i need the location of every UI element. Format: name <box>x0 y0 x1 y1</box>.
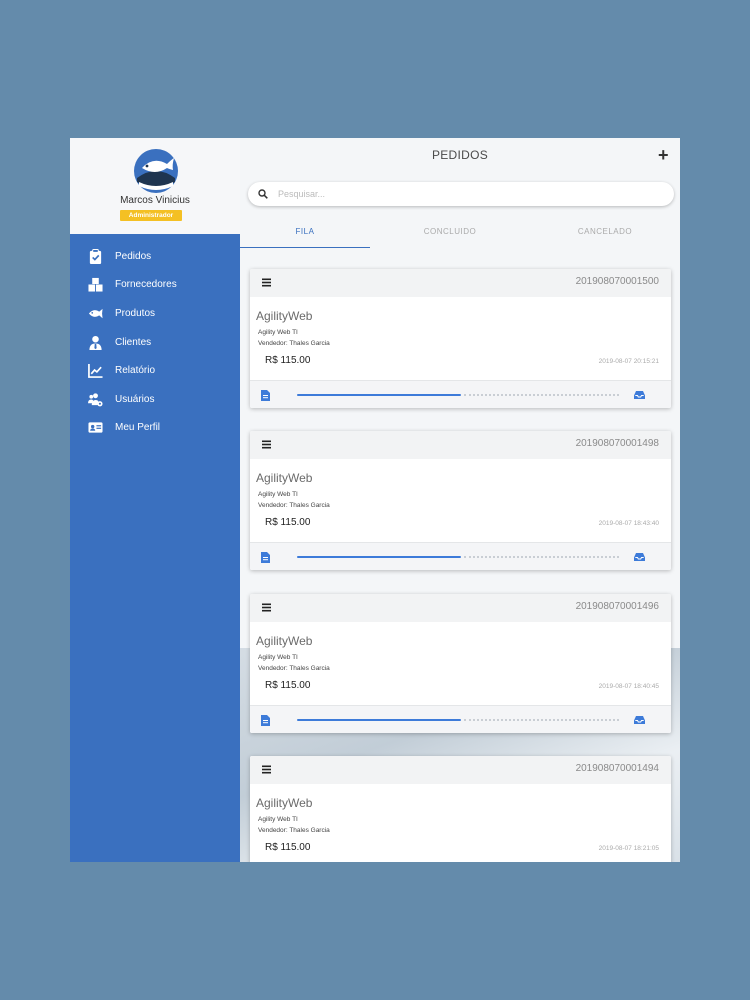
clipboard-check-icon <box>89 248 102 264</box>
sidebar-item-label: Meu Perfil <box>115 422 161 434</box>
order-date: 2019-08-07 18:43:40 <box>598 520 659 527</box>
order-seller: Vendedor: Thales Garcia <box>258 827 330 834</box>
sidebar-item-label: Clientes <box>115 336 152 348</box>
search-bar <box>248 182 674 206</box>
tab-fila[interactable]: FILA <box>240 222 370 248</box>
sidebar-item-label: Relatório <box>115 365 156 377</box>
order-date: 2019-08-07 18:21:05 <box>598 845 659 852</box>
order-card-header: 201908070001500 <box>250 269 671 297</box>
menu-icon[interactable] <box>262 765 271 774</box>
order-progress-remaining <box>464 719 619 721</box>
order-brand: AgilityWeb <box>256 796 313 810</box>
search-icon <box>258 189 268 199</box>
sidebar-item-label: Produtos <box>115 307 156 319</box>
sidebar-item-pedidos[interactable]: Pedidos <box>70 242 240 271</box>
order-seller: Vendedor: Thales Garcia <box>258 340 330 347</box>
page-title: PEDIDOS <box>431 148 489 162</box>
order-seller: Vendedor: Thales Garcia <box>258 502 330 509</box>
inbox-icon[interactable] <box>634 390 645 400</box>
order-progress-bar <box>297 719 619 721</box>
sidebar: Marcos Vinicius Administrador Pedidos Fo… <box>70 138 240 862</box>
document-icon[interactable] <box>261 552 270 563</box>
tab-concluido[interactable]: CONCLUIDO <box>370 222 530 248</box>
main-content: PEDIDOS + FILA CONCLUIDO CANCELADO 20190… <box>240 138 680 862</box>
order-progress-bar <box>297 394 619 396</box>
fish-icon <box>88 308 103 319</box>
inbox-icon[interactable] <box>634 552 645 562</box>
sidebar-item-label: Fornecedores <box>115 279 177 291</box>
sidebar-item-clientes[interactable]: Clientes <box>70 328 240 357</box>
order-card-header: 201908070001494 <box>250 756 671 784</box>
order-date: 2019-08-07 18:40:45 <box>598 683 659 690</box>
fish-logo-icon <box>134 149 178 193</box>
order-company: Agility Web TI <box>258 491 298 498</box>
order-card[interactable]: 201908070001496 AgilityWeb Agility Web T… <box>250 594 671 733</box>
sidebar-item-produtos[interactable]: Produtos <box>70 299 240 328</box>
order-company: Agility Web TI <box>258 654 298 661</box>
order-card-footer <box>250 705 671 733</box>
document-icon[interactable] <box>261 390 270 401</box>
order-brand: AgilityWeb <box>256 471 313 485</box>
sidebar-nav: Pedidos Fornecedores Produtos Clientes R… <box>70 234 240 862</box>
chart-line-icon <box>88 364 103 379</box>
order-card-header: 201908070001496 <box>250 594 671 622</box>
order-progress-remaining <box>464 394 619 396</box>
order-price: R$ 115.00 <box>265 355 311 366</box>
inbox-icon[interactable] <box>634 715 645 725</box>
boxes-icon <box>88 278 103 292</box>
role-badge: Administrador <box>120 210 182 221</box>
order-progress-fill <box>297 719 462 721</box>
order-date: 2019-08-07 20:15:21 <box>598 358 659 365</box>
order-seller: Vendedor: Thales Garcia <box>258 665 330 672</box>
order-id: 201908070001500 <box>575 276 659 287</box>
tab-cancelado[interactable]: CANCELADO <box>530 222 680 248</box>
id-card-icon <box>88 422 103 434</box>
order-id: 201908070001494 <box>575 763 659 774</box>
order-brand: AgilityWeb <box>256 634 313 648</box>
order-progress-fill <box>297 394 462 396</box>
menu-icon[interactable] <box>262 278 271 287</box>
search-input[interactable] <box>278 189 638 199</box>
order-progress-fill <box>297 556 462 558</box>
sidebar-item-usuarios[interactable]: Usuários <box>70 385 240 414</box>
order-price: R$ 115.00 <box>265 517 311 528</box>
app-window: Marcos Vinicius Administrador Pedidos Fo… <box>70 138 680 862</box>
order-progress-bar <box>297 556 619 558</box>
order-card[interactable]: 201908070001498 AgilityWeb Agility Web T… <box>250 431 671 570</box>
order-id: 201908070001498 <box>575 438 659 449</box>
order-card-footer <box>250 542 671 570</box>
add-order-button[interactable]: + <box>658 146 669 164</box>
user-tie-icon <box>89 335 102 350</box>
order-progress-remaining <box>464 556 619 558</box>
order-id: 201908070001496 <box>575 601 659 612</box>
order-price: R$ 115.00 <box>265 680 311 691</box>
order-company: Agility Web TI <box>258 329 298 336</box>
sidebar-item-label: Pedidos <box>115 250 152 262</box>
order-card[interactable]: 201908070001500 AgilityWeb Agility Web T… <box>250 269 671 408</box>
sidebar-item-fornecedores[interactable]: Fornecedores <box>70 271 240 300</box>
sidebar-item-meu-perfil[interactable]: Meu Perfil <box>70 414 240 443</box>
order-card-footer <box>250 380 671 408</box>
order-company: Agility Web TI <box>258 816 298 823</box>
order-brand: AgilityWeb <box>256 309 313 323</box>
menu-icon[interactable] <box>262 440 271 449</box>
sidebar-item-label: Usuários <box>115 393 155 405</box>
profile-panel: Marcos Vinicius Administrador <box>70 138 240 234</box>
user-name: Marcos Vinicius <box>120 195 190 206</box>
order-card[interactable]: 201908070001494 AgilityWeb Agility Web T… <box>250 756 671 862</box>
document-icon[interactable] <box>261 715 270 726</box>
order-price: R$ 115.00 <box>265 842 311 853</box>
users-cog-icon <box>88 393 103 407</box>
menu-icon[interactable] <box>262 603 271 612</box>
status-tabs: FILA CONCLUIDO CANCELADO <box>240 222 680 248</box>
sidebar-item-relatorio[interactable]: Relatório <box>70 356 240 385</box>
order-card-header: 201908070001498 <box>250 431 671 459</box>
